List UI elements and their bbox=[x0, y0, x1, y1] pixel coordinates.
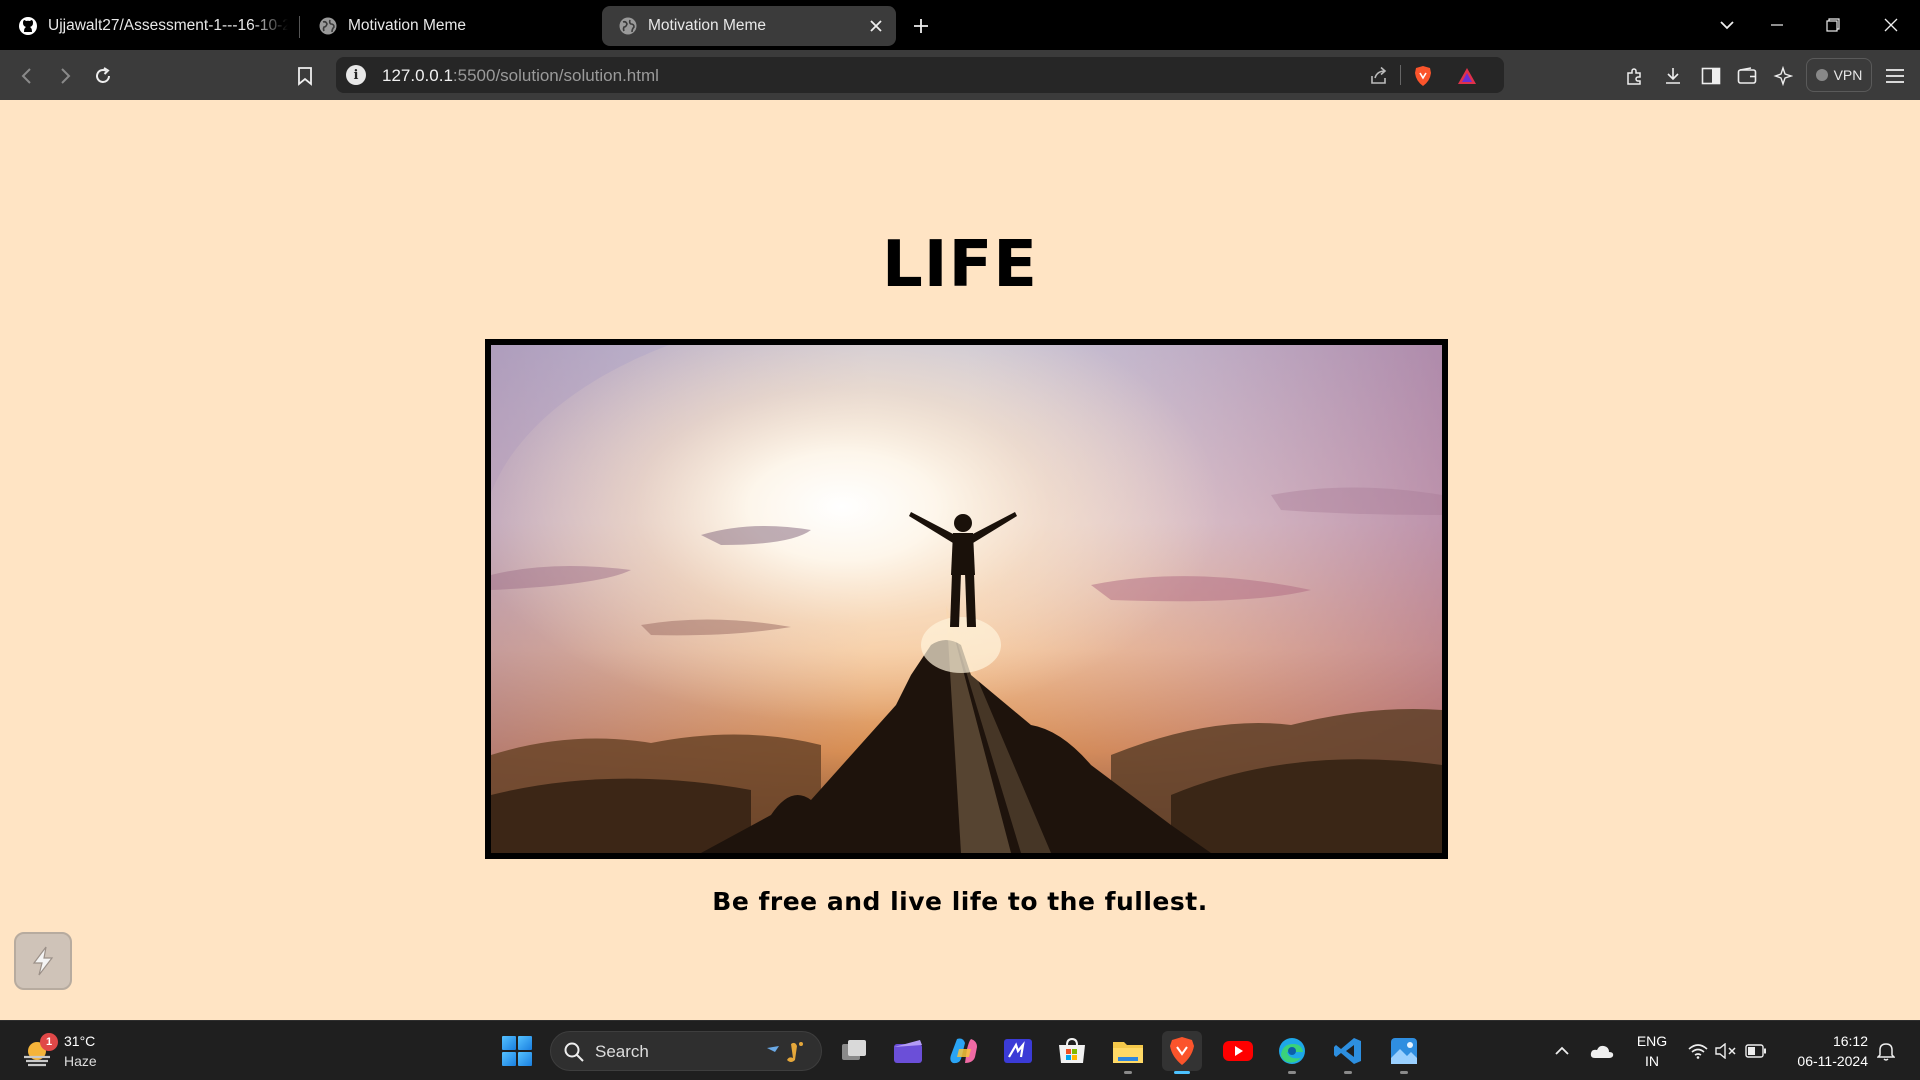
search-icon bbox=[564, 1042, 584, 1062]
language-region: IN bbox=[1645, 1053, 1659, 1069]
weather-widget[interactable]: 1 31°C Haze bbox=[22, 1031, 132, 1073]
tab-strip: Ujjawalt27/Assessment-1---16-10-2 Motiva… bbox=[0, 0, 1920, 50]
running-indicator bbox=[1124, 1071, 1132, 1074]
new-tab-icon[interactable] bbox=[908, 13, 934, 39]
tab-motivation-meme-active[interactable]: Motivation Meme bbox=[602, 6, 896, 46]
minimize-icon[interactable] bbox=[1762, 10, 1792, 40]
clock-time: 16:12 bbox=[1832, 1033, 1868, 1049]
notification-bell-icon[interactable] bbox=[1874, 1039, 1898, 1063]
vscode-icon[interactable] bbox=[1328, 1031, 1368, 1074]
vpn-status-icon bbox=[1815, 69, 1828, 81]
brave-shields-icon[interactable] bbox=[1412, 65, 1434, 87]
active-indicator bbox=[1174, 1071, 1190, 1074]
speaker-muted-icon[interactable] bbox=[1714, 1039, 1738, 1063]
edge-browser-icon[interactable] bbox=[1272, 1031, 1312, 1074]
code-editor-app-icon[interactable] bbox=[998, 1031, 1038, 1071]
onedrive-cloud-icon[interactable] bbox=[1590, 1039, 1614, 1063]
restore-icon[interactable] bbox=[1818, 10, 1848, 40]
weather-condition: Haze bbox=[64, 1053, 97, 1069]
microsoft-store-icon[interactable] bbox=[1052, 1031, 1092, 1071]
running-indicator bbox=[1288, 1071, 1296, 1074]
vpn-button[interactable]: VPN bbox=[1806, 58, 1872, 92]
vpn-label: VPN bbox=[1833, 67, 1863, 83]
address-divider bbox=[1400, 65, 1401, 85]
tab-title: Ujjawalt27/Assessment-1---16-10-2 bbox=[48, 17, 288, 34]
leo-ai-icon[interactable] bbox=[1770, 63, 1796, 89]
copilot-icon[interactable] bbox=[944, 1031, 984, 1071]
close-window-icon[interactable] bbox=[1876, 10, 1906, 40]
tab-search-chevron-icon[interactable] bbox=[1712, 10, 1742, 40]
weather-temp: 31°C bbox=[64, 1033, 96, 1049]
task-view-icon[interactable] bbox=[834, 1031, 874, 1071]
lightning-icon bbox=[32, 946, 54, 976]
weather-alert-badge: 1 bbox=[40, 1033, 58, 1051]
clipchamp-icon[interactable] bbox=[888, 1031, 928, 1071]
web-page: LIFE Be free and live life to the fulles… bbox=[0, 100, 1920, 1020]
battery-icon[interactable] bbox=[1744, 1039, 1768, 1063]
language-code: ENG bbox=[1636, 1033, 1668, 1049]
sidebar-icon[interactable] bbox=[1698, 63, 1724, 89]
tab-title: Motivation Meme bbox=[648, 17, 767, 34]
photos-app-icon[interactable] bbox=[1384, 1031, 1424, 1074]
wifi-icon[interactable] bbox=[1686, 1039, 1710, 1063]
tab-github[interactable]: Ujjawalt27/Assessment-1---16-10-2 bbox=[18, 6, 290, 46]
language-indicator[interactable]: ENG IN bbox=[1634, 1031, 1670, 1071]
brave-rewards-icon[interactable] bbox=[1456, 65, 1478, 87]
running-indicator bbox=[1400, 1071, 1408, 1074]
browser-toolbar: i 127.0.0.1:5500/solution/solution.html … bbox=[0, 50, 1920, 100]
address-bar[interactable]: i 127.0.0.1:5500/solution/solution.html bbox=[336, 57, 1504, 93]
file-explorer-icon[interactable] bbox=[1108, 1031, 1148, 1074]
github-icon bbox=[18, 16, 38, 36]
share-icon[interactable] bbox=[1368, 65, 1390, 87]
mountain-sunrise-photo bbox=[491, 345, 1442, 853]
search-highlight-icon bbox=[767, 1042, 803, 1062]
windows-start-icon[interactable] bbox=[502, 1036, 532, 1066]
forward-icon[interactable] bbox=[52, 63, 78, 89]
taskbar-clock[interactable]: 16:12 06-11-2024 bbox=[1782, 1031, 1868, 1071]
motivation-caption: Be free and live life to the fullest. bbox=[712, 887, 1208, 916]
show-hidden-icons-chevron-icon[interactable] bbox=[1550, 1039, 1574, 1063]
search-placeholder: Search bbox=[595, 1042, 649, 1061]
brave-browser-icon[interactable] bbox=[1162, 1031, 1202, 1074]
globe-icon bbox=[318, 16, 338, 36]
download-icon[interactable] bbox=[1660, 63, 1686, 89]
youtube-icon[interactable] bbox=[1218, 1031, 1258, 1071]
menu-icon[interactable] bbox=[1882, 63, 1908, 89]
tab-divider bbox=[299, 16, 300, 38]
bookmark-icon[interactable] bbox=[292, 63, 318, 89]
tab-title: Motivation Meme bbox=[348, 17, 467, 34]
reload-icon[interactable] bbox=[90, 63, 116, 89]
windows-taskbar: 1 31°C Haze Search ENG IN 16:12 06-11-20… bbox=[0, 1020, 1920, 1080]
address-url[interactable]: 127.0.0.1:5500/solution/solution.html bbox=[382, 66, 659, 86]
extensions-icon[interactable] bbox=[1622, 63, 1648, 89]
motivation-image bbox=[485, 339, 1448, 859]
tab-motivation-meme[interactable]: Motivation Meme bbox=[318, 6, 598, 46]
page-heading: LIFE bbox=[881, 228, 1039, 302]
running-indicator bbox=[1344, 1071, 1352, 1074]
globe-icon bbox=[618, 16, 638, 36]
taskbar-search[interactable]: Search bbox=[550, 1031, 822, 1071]
floating-extension-button[interactable] bbox=[14, 932, 72, 990]
back-icon[interactable] bbox=[14, 63, 40, 89]
clock-date: 06-11-2024 bbox=[1797, 1053, 1868, 1069]
close-tab-icon[interactable] bbox=[866, 16, 886, 36]
wallet-icon[interactable] bbox=[1734, 63, 1760, 89]
site-info-icon[interactable]: i bbox=[346, 65, 366, 85]
